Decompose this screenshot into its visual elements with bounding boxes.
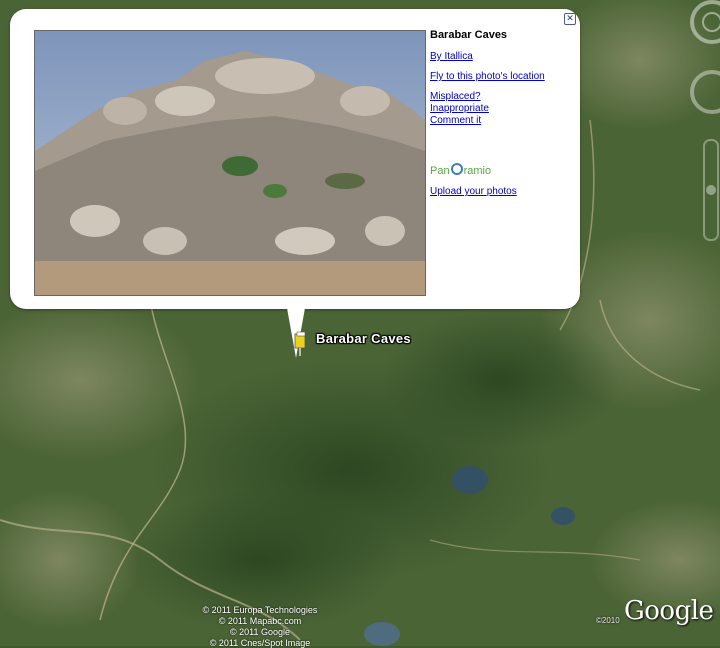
close-balloon-button[interactable]: ✕ [564, 13, 576, 25]
comment-link[interactable]: Comment it [430, 115, 481, 126]
close-icon: ✕ [566, 13, 574, 23]
imagery-year: ©2010 [596, 616, 620, 625]
copyright-line-3: © 2011 Google [229, 627, 290, 637]
panoramio-logo-pre: Pan [430, 165, 450, 177]
navigation-controls[interactable] [676, 0, 720, 250]
panoramio-logo: Pan ramio [430, 163, 491, 177]
placemark-label[interactable]: Barabar Caves [316, 331, 411, 346]
google-logo: Google [624, 596, 714, 626]
panoramio-placemark-icon[interactable] [293, 330, 307, 356]
copyright-line-4: © 2011 Cnes/Spot Image [209, 638, 311, 648]
upload-photos-link[interactable]: Upload your photos [430, 186, 517, 197]
popup-title: Barabar Caves [430, 29, 508, 41]
inappropriate-link[interactable]: Inappropriate [430, 103, 489, 114]
panoramio-logo-post: ramio [463, 165, 492, 177]
copyright-line-2: © 2011 Mapabc.com [218, 616, 302, 626]
panoramio-photo[interactable] [34, 30, 426, 296]
panoramio-o-icon [450, 163, 463, 175]
fly-to-location-link[interactable]: Fly to this photo's location [430, 71, 545, 82]
copyright-line-1: © 2011 Europa Technologies [202, 605, 318, 615]
author-link[interactable]: By Itallica [430, 51, 473, 62]
misplaced-link[interactable]: Misplaced? [430, 91, 481, 102]
